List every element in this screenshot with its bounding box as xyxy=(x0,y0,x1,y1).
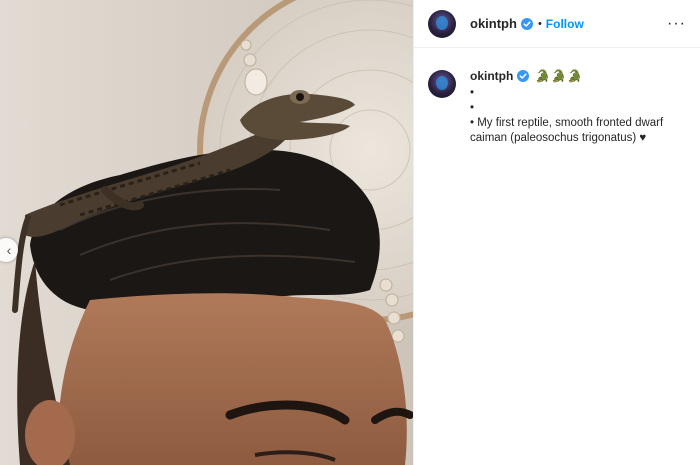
caption-emoji: 🐊🐊🐊 xyxy=(535,69,584,83)
caption-username[interactable]: okintph xyxy=(470,69,513,83)
photo-illustration xyxy=(0,0,413,465)
verified-badge-icon xyxy=(520,17,533,30)
follow-button[interactable]: Follow xyxy=(546,17,584,31)
header-username[interactable]: okintph xyxy=(470,16,517,31)
verified-badge-icon xyxy=(517,70,530,82)
post-side-panel: okintph • Follow ··· okintph 🐊🐊🐊 • • • M… xyxy=(414,0,700,465)
caption-line-1: • xyxy=(470,87,475,99)
caption-line-2: • xyxy=(470,102,475,114)
avatar[interactable] xyxy=(428,9,456,38)
header-separator: • xyxy=(537,17,542,30)
post-photo[interactable]: ‹ xyxy=(0,0,413,465)
caption-body: okintph 🐊🐊🐊 • • • My first reptile, smoo… xyxy=(470,68,680,146)
more-options-icon[interactable]: ··· xyxy=(667,15,686,33)
caption-line-3: • My first reptile, smooth fronted dwarf… xyxy=(470,117,664,144)
caption-avatar[interactable] xyxy=(428,70,456,98)
caption-head: okintph 🐊🐊🐊 xyxy=(470,68,680,84)
chevron-left-icon: ‹ xyxy=(6,242,12,258)
caption: okintph 🐊🐊🐊 • • • My first reptile, smoo… xyxy=(428,68,688,146)
post-header: okintph • Follow ··· xyxy=(414,0,700,48)
